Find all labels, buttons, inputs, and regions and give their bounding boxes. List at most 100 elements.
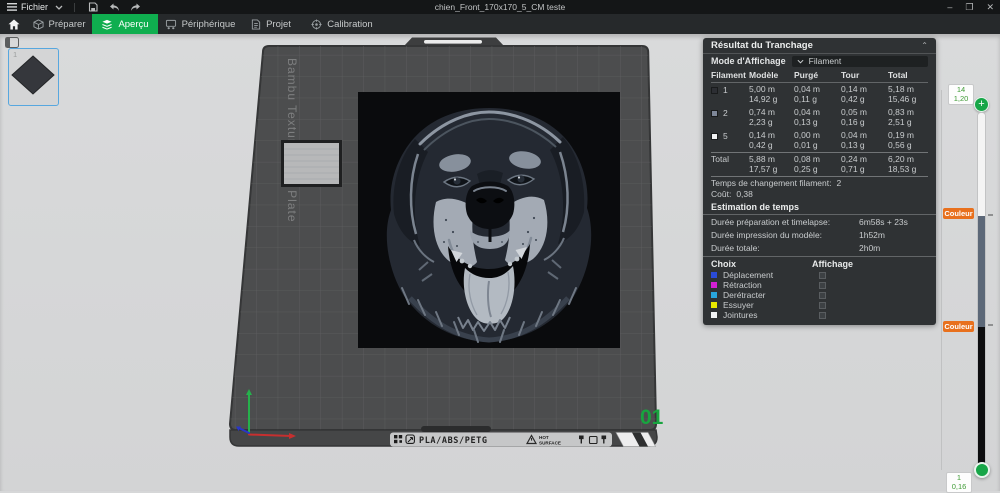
col-tower: Tour <box>841 70 888 80</box>
time-estimation-title: Estimation de temps <box>703 200 936 215</box>
legend-row: Essuyer <box>703 300 936 310</box>
preview-icon <box>101 19 113 30</box>
legend-row: Rétraction <box>703 280 936 290</box>
tab-prepare[interactable]: Préparer <box>28 14 90 34</box>
legend-checkbox[interactable] <box>819 312 826 319</box>
col-model: Modèle <box>749 70 794 80</box>
time-row: Durée préparation et timelapse: 6m58s + … <box>703 215 936 228</box>
plate-handle <box>404 38 504 47</box>
hamburger-icon <box>7 3 17 11</box>
device-icon <box>165 19 177 30</box>
slider-bottom-label: 1 0,16 <box>946 472 972 493</box>
filament-table: Filament Modèle Purgé Tour Total 1 5,00 … <box>703 68 936 177</box>
col-purge: Purgé <box>794 70 841 80</box>
panel-title: Résultat du Tranchage <box>711 40 813 51</box>
tab-calibration[interactable]: Calibration <box>304 14 380 34</box>
purge-object[interactable] <box>281 140 342 187</box>
legend-color-swatch <box>711 312 717 318</box>
legend-checkbox[interactable] <box>819 272 826 279</box>
cost-line: Coût: 0,38 <box>703 188 936 199</box>
legend-checkbox[interactable] <box>819 282 826 289</box>
project-icon <box>251 19 261 30</box>
close-button[interactable]: ✕ <box>986 0 994 14</box>
layer-slider-track[interactable] <box>977 112 986 470</box>
main-tabbar: Préparer Aperçu Périphérique Projet Cali… <box>0 14 1000 34</box>
plate-thumbnail[interactable]: 1 <box>8 48 59 106</box>
titlebar-divider <box>74 3 75 12</box>
chevron-down-icon[interactable] <box>55 5 63 10</box>
filament-color-swatch <box>711 133 718 140</box>
redo-button[interactable] <box>128 1 142 13</box>
tab-label: Aperçu <box>118 19 148 30</box>
restore-button[interactable]: ❐ <box>965 0 973 14</box>
display-mode-label: Mode d'Affichage <box>711 56 786 66</box>
plate-materials-text: PLA/ABS/PETG <box>419 436 488 446</box>
undo-icon <box>109 3 120 12</box>
time-row: Durée impression du modèle: 1h52m <box>703 228 936 241</box>
color-change-badge[interactable]: Couleur <box>943 208 974 219</box>
slider-segment-top <box>978 113 985 216</box>
col-total: Total <box>888 70 928 80</box>
sidebar-collapse-icon[interactable] <box>5 37 19 48</box>
chevron-down-icon <box>797 59 804 64</box>
viewport-3d[interactable]: Bambu Textured PEI Plate PLA/ABS/PETG HO… <box>0 34 1000 491</box>
redo-icon <box>130 3 141 12</box>
layer-range-line <box>941 90 942 470</box>
tab-device[interactable]: Périphérique <box>160 14 240 34</box>
filament-color-swatch <box>711 87 718 94</box>
slider-top-label: 14 1,20 <box>948 84 974 105</box>
home-icon <box>8 19 20 30</box>
save-button[interactable] <box>86 1 100 13</box>
legend-checkbox[interactable] <box>819 292 826 299</box>
slider-tick <box>988 214 993 216</box>
titlebar: Fichier chien_Front_170x170_5_CM teste –… <box>0 0 1000 14</box>
slider-segment-bottom <box>978 327 985 470</box>
legend-color-swatch <box>711 272 717 278</box>
file-menu-label: Fichier <box>21 2 48 12</box>
legend-color-swatch <box>711 302 717 308</box>
prepare-icon <box>33 19 44 30</box>
slider-segment-middle <box>978 216 985 327</box>
time-row: Durée totale: 2h0m <box>703 241 936 254</box>
table-row: 2 0,74 m2,23 g 0,04 m0,13 g 0,05 m0,16 g… <box>711 106 928 129</box>
display-mode-select[interactable]: Filament <box>792 56 928 67</box>
filament-change-line: Temps de changement filament: 2 <box>703 177 936 188</box>
tab-label: Périphérique <box>182 19 236 30</box>
model-dog-image[interactable] <box>358 92 620 348</box>
legend-row: Déplacement <box>703 270 936 280</box>
panel-collapse-icon[interactable]: ⌃ <box>921 41 928 50</box>
slider-tick <box>988 324 993 326</box>
add-layer-marker-button[interactable]: + <box>974 97 989 112</box>
slicing-result-panel: Résultat du Tranchage ⌃ Mode d'Affichage… <box>703 38 936 325</box>
tab-label: Projet <box>266 19 291 30</box>
table-row: 5 0,14 m0,42 g 0,00 m0,01 g 0,04 m0,13 g… <box>711 129 928 152</box>
legend-color-swatch <box>711 292 717 298</box>
svg-text:HOT: HOT <box>539 435 549 440</box>
display-mode-value: Filament <box>809 56 842 66</box>
table-total-row: Total 5,88 m17,57 g 0,08 m0,25 g 0,24 m0… <box>711 152 928 177</box>
table-row: 1 5,00 m14,92 g 0,04 m0,11 g 0,14 m0,42 … <box>711 83 928 106</box>
legend-row: Derétracter <box>703 290 936 300</box>
window-title: chien_Front_170x170_5_CM teste <box>0 2 1000 12</box>
legend-checkbox[interactable] <box>819 302 826 309</box>
plate-thumbnail-index: 1 <box>13 50 17 59</box>
undo-button[interactable] <box>107 1 121 13</box>
tab-label: Préparer <box>49 19 86 30</box>
minimize-button[interactable]: – <box>947 0 952 14</box>
tab-label: Calibration <box>327 19 372 30</box>
layer-slider-handle[interactable] <box>974 462 990 478</box>
tab-home[interactable] <box>2 14 26 34</box>
tab-project[interactable]: Projet <box>244 14 298 34</box>
plate-number: 01 <box>640 406 664 429</box>
col-filament: Filament <box>711 70 749 80</box>
legend-header: Choix Affichage <box>703 256 936 270</box>
color-change-badge[interactable]: Couleur <box>943 321 974 332</box>
calibration-icon <box>311 19 322 30</box>
legend-row: Jointures <box>703 310 936 320</box>
svg-text:SURFACE: SURFACE <box>539 441 561 446</box>
filament-color-swatch <box>711 110 718 117</box>
file-menu[interactable]: Fichier <box>7 2 48 12</box>
tab-preview[interactable]: Aperçu <box>92 14 158 34</box>
save-icon <box>88 2 98 12</box>
legend-color-swatch <box>711 282 717 288</box>
